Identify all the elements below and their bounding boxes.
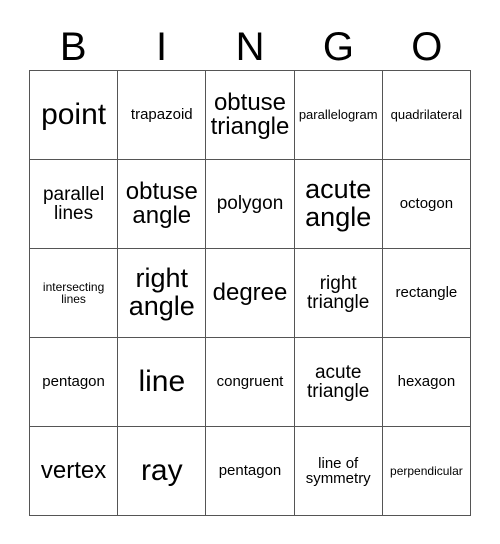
bingo-cell-r2c5[interactable]: octogon bbox=[382, 160, 471, 249]
bingo-cell-r4c2[interactable]: line bbox=[118, 338, 207, 427]
bingo-header-letter-i: I bbox=[156, 25, 168, 69]
bingo-cell-r4c5[interactable]: hexagon bbox=[382, 338, 471, 427]
bingo-cell-r4c4[interactable]: acute triangle bbox=[294, 338, 383, 427]
bingo-cell-r1c1[interactable]: point bbox=[30, 71, 119, 160]
bingo-cell-label: line of symmetry bbox=[305, 454, 371, 487]
bingo-cell-r5c5[interactable]: perpendicular bbox=[382, 427, 471, 516]
bingo-cell-r5c2[interactable]: ray bbox=[118, 427, 207, 516]
bingo-cell-label: parallelogram bbox=[298, 107, 378, 123]
bingo-cell-r2c2[interactable]: obtuse angle bbox=[118, 160, 207, 249]
bingo-cell-label: trapazoid bbox=[130, 106, 193, 124]
bingo-cell-r3c1[interactable]: intersecting lines bbox=[30, 249, 119, 338]
bingo-cell-label: ray bbox=[140, 453, 183, 487]
bingo-cell-label: obtuse triangle bbox=[210, 88, 290, 140]
bingo-cell-r1c4[interactable]: parallelogram bbox=[294, 71, 383, 160]
bingo-cell-r5c1[interactable]: vertex bbox=[30, 427, 119, 516]
bingo-cell-label: congruent bbox=[216, 373, 284, 391]
bingo-card: B I N G O point trapazoid obtuse triangl… bbox=[0, 0, 500, 544]
bingo-cell-r2c1[interactable]: parallel lines bbox=[30, 160, 119, 249]
bingo-cell-label: right triangle bbox=[307, 272, 370, 313]
bingo-cell-r4c1[interactable]: pentagon bbox=[30, 338, 119, 427]
bingo-header-letter-g: G bbox=[322, 25, 354, 69]
bingo-header-letter-o: O bbox=[411, 25, 443, 69]
bingo-cell-r3c2[interactable]: right angle bbox=[118, 249, 207, 338]
bingo-cell-r4c3[interactable]: congruent bbox=[206, 338, 295, 427]
bingo-cell-label: rectangle bbox=[395, 284, 458, 302]
bingo-cell-label: pentagon bbox=[42, 373, 105, 391]
bingo-header-letter-n: N bbox=[235, 25, 265, 69]
bingo-cell-label: degree bbox=[212, 278, 288, 306]
bingo-cell-label: hexagon bbox=[397, 373, 456, 391]
bingo-cell-r3c4[interactable]: right triangle bbox=[294, 249, 383, 338]
bingo-cell-label: vertex bbox=[40, 456, 107, 484]
bingo-cell-label: parallel lines bbox=[42, 183, 105, 224]
bingo-cell-label: line bbox=[138, 364, 186, 398]
bingo-cell-r3c5[interactable]: rectangle bbox=[382, 249, 471, 338]
bingo-header-row: B I N G O bbox=[29, 24, 471, 70]
bingo-cell-r5c4[interactable]: line of symmetry bbox=[294, 427, 383, 516]
bingo-cell-r3c3[interactable]: degree bbox=[206, 249, 295, 338]
bingo-cell-label: polygon bbox=[216, 193, 284, 215]
bingo-cell-label: intersecting lines bbox=[42, 279, 105, 306]
bingo-cell-label: right angle bbox=[128, 263, 195, 321]
bingo-cell-label: quadrilateral bbox=[390, 107, 463, 123]
bingo-grid: point trapazoid obtuse triangle parallel… bbox=[29, 70, 471, 516]
bingo-cell-r1c5[interactable]: quadrilateral bbox=[382, 71, 471, 160]
bingo-cell-label: acute triangle bbox=[307, 361, 370, 402]
bingo-cell-r1c2[interactable]: trapazoid bbox=[118, 71, 207, 160]
bingo-cell-label: octogon bbox=[399, 195, 454, 213]
bingo-cell-label: obtuse angle bbox=[125, 177, 198, 229]
bingo-cell-r2c4[interactable]: acute angle bbox=[294, 160, 383, 249]
bingo-header-letter-b: B bbox=[59, 25, 87, 69]
bingo-cell-label: acute angle bbox=[305, 174, 372, 232]
bingo-cell-r2c3[interactable]: polygon bbox=[206, 160, 295, 249]
bingo-cell-label: point bbox=[41, 97, 107, 131]
bingo-cell-r1c3[interactable]: obtuse triangle bbox=[206, 71, 295, 160]
bingo-cell-r5c3[interactable]: pentagon bbox=[206, 427, 295, 516]
bingo-cell-label: perpendicular bbox=[390, 463, 463, 478]
bingo-cell-label: pentagon bbox=[218, 462, 282, 480]
